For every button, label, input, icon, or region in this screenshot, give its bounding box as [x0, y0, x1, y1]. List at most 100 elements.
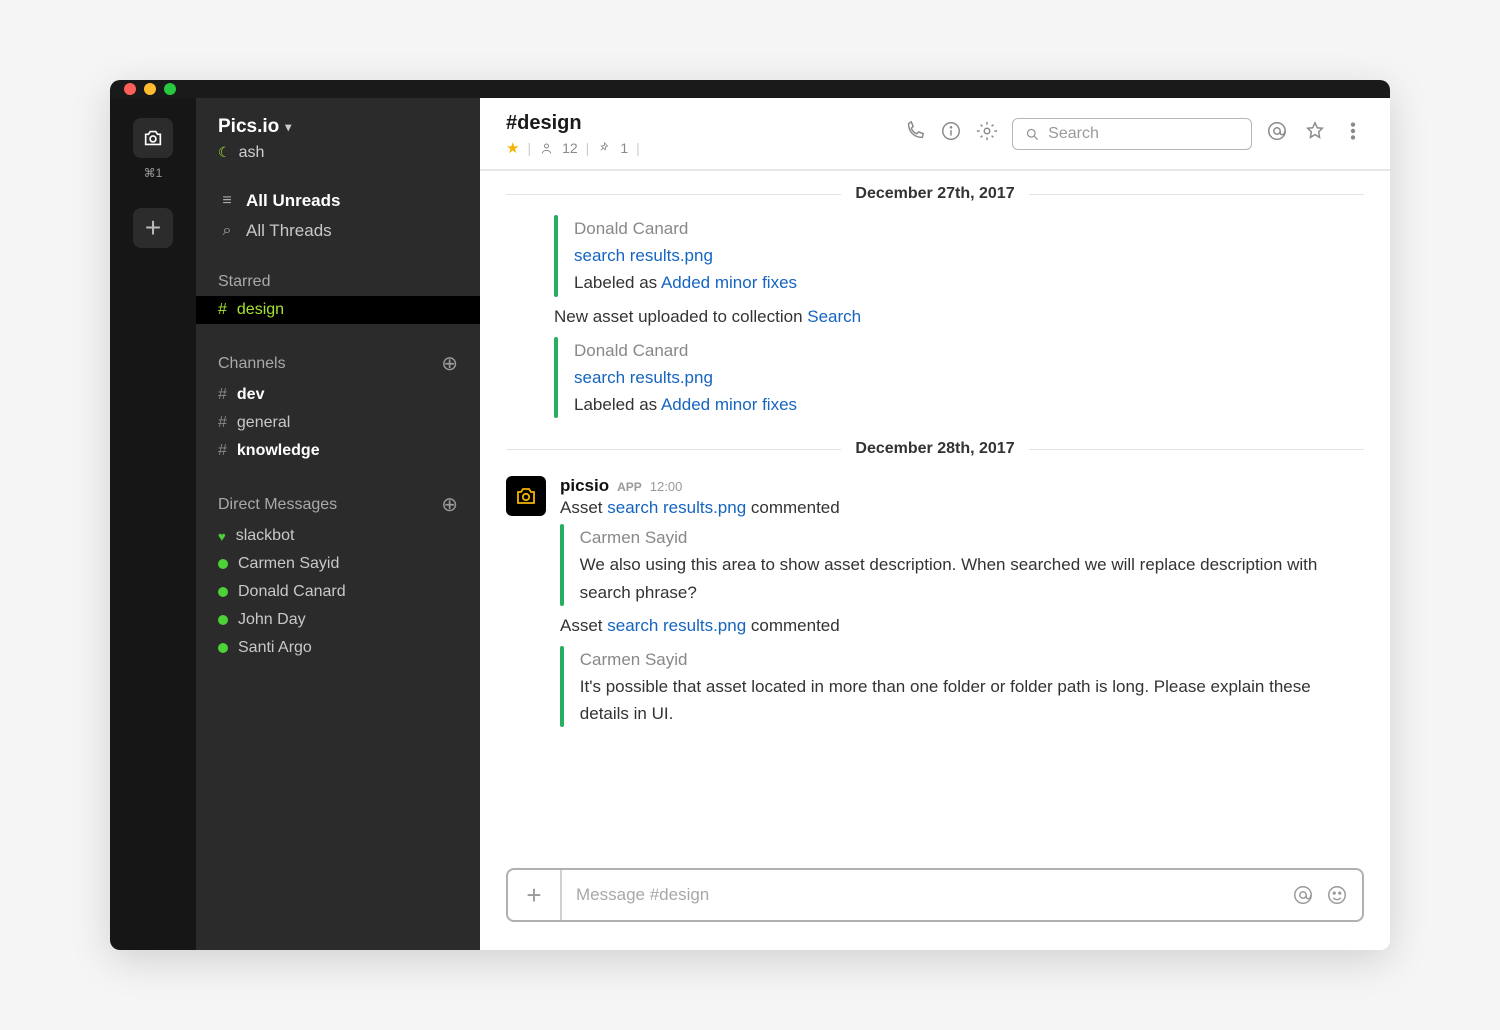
file-link[interactable]: search results.png [607, 498, 746, 517]
file-link[interactable]: search results.png [607, 616, 746, 635]
attach-button[interactable]: + [508, 870, 562, 920]
dm-santi[interactable]: Santi Argo [196, 634, 480, 662]
presence-icon: ☾ [218, 144, 231, 161]
sidebar: Pics.io ▾ ☾ ash ≡ All Unreads ⌕ All Thre… [196, 98, 480, 950]
channel-label: knowledge [237, 442, 320, 460]
all-unreads[interactable]: ≡ All Unreads [196, 186, 480, 216]
label-link[interactable]: Added minor fixes [661, 273, 797, 292]
window-minimize[interactable] [144, 83, 156, 95]
heart-icon: ♥ [218, 529, 226, 544]
workspace-rail: ⌘1 + [110, 98, 196, 950]
dm-label: Santi Argo [238, 639, 312, 657]
comment-author: Carmen Sayid [580, 646, 1364, 673]
attachment-block: Donald Canard search results.png Labeled… [554, 337, 1364, 419]
camera-icon [142, 127, 164, 149]
attachment-author: Donald Canard [574, 215, 797, 242]
all-threads[interactable]: ⌕ All Threads [196, 216, 480, 246]
sidebar-channel-knowledge[interactable]: # knowledge [196, 437, 480, 465]
add-channel-icon[interactable]: ⊕ [441, 351, 458, 376]
comment-block: Carmen Sayid It's possible that asset lo… [560, 646, 1364, 728]
system-message: New asset uploaded to collection Search [554, 307, 1364, 327]
collection-link[interactable]: Search [807, 307, 861, 326]
mentions-icon[interactable] [1292, 884, 1314, 906]
all-unreads-label: All Unreads [246, 191, 340, 211]
star-outline-icon[interactable] [1304, 120, 1326, 142]
hash-icon: # [218, 301, 227, 319]
titlebar [110, 80, 1390, 98]
app-badge: APP [617, 480, 642, 494]
date-divider: December 27th, 2017 [506, 185, 1364, 203]
camera-icon [514, 484, 538, 508]
window-close[interactable] [124, 83, 136, 95]
comment-author: Carmen Sayid [580, 524, 1364, 551]
message-author[interactable]: picsio [560, 476, 609, 496]
starred-header: Starred [196, 268, 480, 296]
dm-carmen[interactable]: Carmen Sayid [196, 550, 480, 578]
attachment-bar [554, 337, 558, 419]
attachment-bar [560, 524, 564, 606]
add-workspace-button[interactable]: + [133, 208, 173, 248]
attachment-block: Donald Canard search results.png Labeled… [554, 215, 1364, 297]
sidebar-channel-design[interactable]: # design [196, 296, 480, 324]
pin-icon [597, 141, 612, 156]
workspace-switcher[interactable] [133, 118, 173, 158]
search-input[interactable] [1048, 125, 1239, 143]
pin-count[interactable]: 1 [620, 140, 628, 156]
person-icon [539, 141, 554, 156]
composer-input[interactable] [562, 885, 1292, 905]
message-time: 12:00 [650, 479, 683, 494]
attachment-author: Donald Canard [574, 337, 797, 364]
mentions-icon[interactable] [1266, 120, 1288, 142]
dm-label: John Day [238, 611, 306, 629]
channel-label: dev [237, 386, 265, 404]
channel-header: #design ★ | 12 | 1 | [480, 98, 1390, 171]
info-icon[interactable] [940, 120, 962, 142]
add-dm-icon[interactable]: ⊕ [441, 492, 458, 517]
channel-meta: ★ | 12 | 1 | [506, 139, 640, 157]
sidebar-channel-dev[interactable]: # dev [196, 381, 480, 409]
workspace-header[interactable]: Pics.io ▾ ☾ ash [196, 116, 480, 166]
phone-icon[interactable] [904, 120, 926, 142]
message-text: Asset search results.png commented [560, 498, 1364, 518]
more-icon[interactable] [1342, 120, 1364, 142]
emoji-icon[interactable] [1326, 884, 1348, 906]
message-text: Asset search results.png commented [560, 616, 1364, 636]
app-window: ⌘1 + Pics.io ▾ ☾ ash ≡ All Unreads ⌕ [110, 80, 1390, 950]
presence-dot-icon [218, 587, 228, 597]
avatar[interactable] [506, 476, 546, 516]
dm-label: Donald Canard [238, 583, 346, 601]
hash-icon: # [218, 414, 227, 432]
dm-john[interactable]: John Day [196, 606, 480, 634]
file-link[interactable]: search results.png [574, 246, 713, 265]
dm-donald[interactable]: Donald Canard [196, 578, 480, 606]
dm-label: slackbot [236, 527, 295, 545]
search-box[interactable] [1012, 118, 1252, 150]
window-zoom[interactable] [164, 83, 176, 95]
presence-dot-icon [218, 643, 228, 653]
comment-text: It's possible that asset located in more… [580, 673, 1364, 727]
channels-header[interactable]: Channels ⊕ [196, 346, 480, 381]
date-divider: December 28th, 2017 [506, 440, 1364, 458]
gear-icon[interactable] [976, 120, 998, 142]
presence-dot-icon [218, 615, 228, 625]
hash-icon: # [218, 442, 227, 460]
chevron-down-icon: ▾ [285, 120, 291, 134]
all-threads-label: All Threads [246, 221, 332, 241]
message-list[interactable]: December 27th, 2017 Donald Canard search… [480, 171, 1390, 868]
presence-dot-icon [218, 559, 228, 569]
file-link[interactable]: search results.png [574, 368, 713, 387]
message: picsio APP 12:00 Asset search results.pn… [506, 476, 1364, 735]
current-user: ash [239, 144, 265, 162]
main-panel: #design ★ | 12 | 1 | [480, 98, 1390, 950]
sidebar-channel-general[interactable]: # general [196, 409, 480, 437]
message-composer[interactable]: + [506, 868, 1364, 922]
threads-icon: ⌕ [218, 222, 236, 240]
label-link[interactable]: Added minor fixes [661, 395, 797, 414]
comment-text: We also using this area to show asset de… [580, 551, 1364, 605]
star-filled-icon[interactable]: ★ [506, 139, 519, 157]
member-count[interactable]: 12 [562, 140, 578, 156]
dm-header[interactable]: Direct Messages ⊕ [196, 487, 480, 522]
workspace-name: Pics.io [218, 116, 279, 138]
channel-title: #design [506, 112, 640, 135]
dm-slackbot[interactable]: ♥ slackbot [196, 522, 480, 550]
